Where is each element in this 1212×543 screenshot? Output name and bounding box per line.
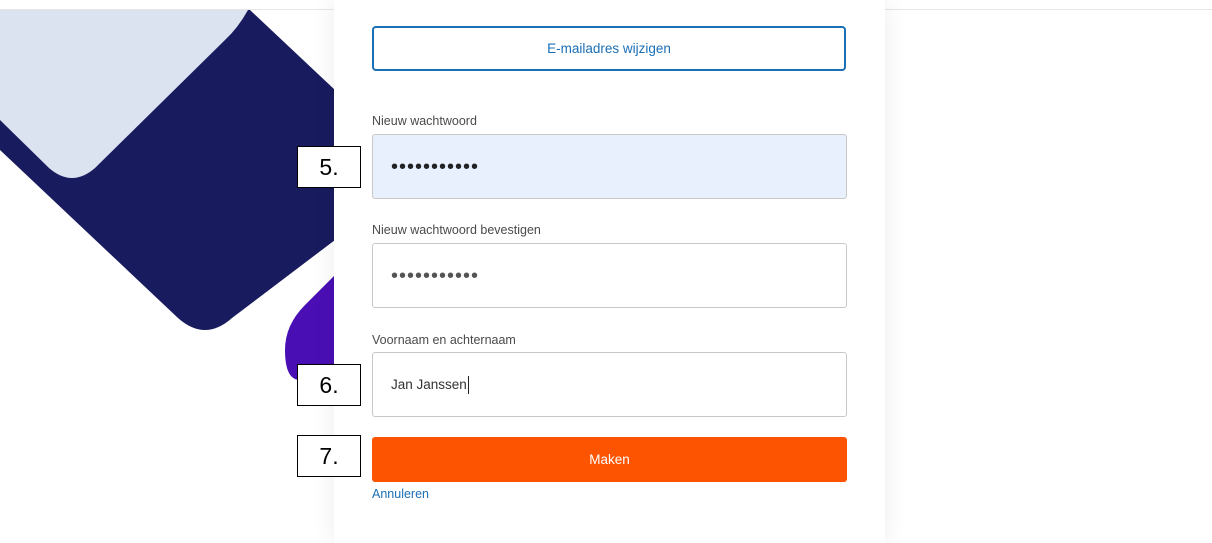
confirm-password-label: Nieuw wachtwoord bevestigen <box>372 223 541 237</box>
full-name-value: Jan Janssen <box>391 377 467 392</box>
page: E-mailadres wijzigen Nieuw wachtwoord ••… <box>0 0 1212 543</box>
step-marker-6: 6. <box>297 364 361 406</box>
full-name-label: Voornaam en achternaam <box>372 333 516 347</box>
create-button-label: Maken <box>589 452 630 467</box>
step-marker-7: 7. <box>297 435 361 477</box>
new-password-value: ••••••••••• <box>391 155 480 178</box>
new-password-label: Nieuw wachtwoord <box>372 114 477 128</box>
create-button[interactable]: Maken <box>372 437 847 482</box>
cancel-link[interactable]: Annuleren <box>372 487 429 501</box>
new-password-input[interactable]: ••••••••••• <box>372 134 847 199</box>
confirm-password-value: ••••••••••• <box>391 264 480 287</box>
change-email-label: E-mailadres wijzigen <box>547 41 671 56</box>
confirm-password-input[interactable]: ••••••••••• <box>372 243 847 308</box>
change-email-button[interactable]: E-mailadres wijzigen <box>372 26 846 71</box>
full-name-input[interactable]: Jan Janssen <box>372 352 847 417</box>
step-marker-5: 5. <box>297 146 361 188</box>
text-caret <box>467 375 469 394</box>
